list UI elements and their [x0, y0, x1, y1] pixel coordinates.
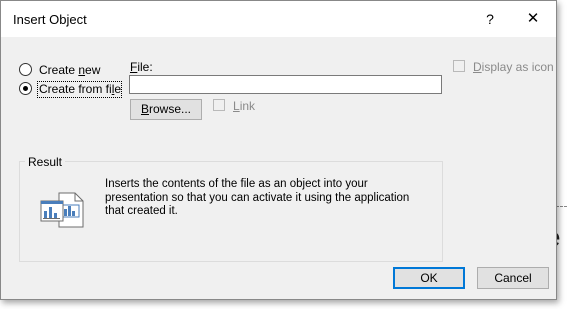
insert-object-dialog: Insert Object ? ✕ Create new Create from… [0, 0, 557, 300]
create-new-radio[interactable] [19, 63, 32, 76]
result-legend: Result [25, 155, 66, 169]
file-label: File: [130, 60, 153, 74]
result-line-2: presentation so that you can activate it… [105, 191, 410, 204]
slide-placeholder-border-right [556, 206, 567, 207]
create-new-label[interactable]: Create new [39, 63, 100, 77]
dialog-titlebar: Insert Object ? ✕ [1, 1, 556, 37]
display-as-icon-label: Display as icon [473, 60, 554, 74]
close-button[interactable]: ✕ [524, 10, 542, 28]
result-line-1: Inserts the contents of the file as an o… [105, 178, 368, 190]
browse-button[interactable]: Browse... [130, 99, 202, 120]
dialog-title: Insert Object [13, 12, 87, 27]
display-as-icon-checkbox[interactable] [453, 60, 465, 72]
link-label: Link [233, 99, 256, 113]
cancel-button[interactable]: Cancel [477, 267, 549, 289]
result-line-3: that created it. [105, 205, 178, 217]
file-path-input[interactable] [129, 75, 442, 94]
result-description: Inserts the contents of the file as an o… [105, 178, 435, 219]
create-from-file-label[interactable]: Create from file [39, 82, 121, 96]
help-button[interactable]: ? [481, 10, 499, 28]
ok-button[interactable]: OK [393, 267, 465, 289]
file-embed-icon [40, 192, 84, 228]
create-from-file-radio[interactable] [19, 82, 32, 95]
link-checkbox[interactable] [213, 99, 225, 111]
